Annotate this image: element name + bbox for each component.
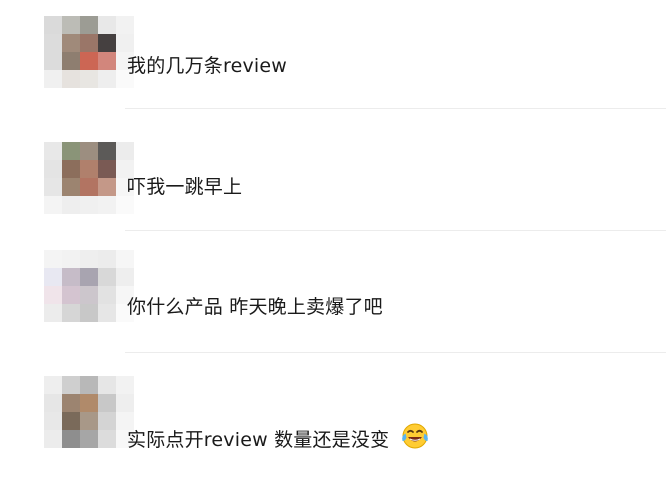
avatar-pixel xyxy=(80,160,98,178)
avatar[interactable] xyxy=(44,376,134,448)
avatar-pixel xyxy=(98,394,116,412)
avatar-pixel xyxy=(62,394,80,412)
divider xyxy=(125,108,666,109)
avatar-pixel xyxy=(98,412,116,430)
avatar-pixel xyxy=(80,268,98,286)
divider xyxy=(125,230,666,231)
avatar-pixel xyxy=(98,304,116,322)
avatar-pixel xyxy=(62,16,80,34)
avatar-pixel xyxy=(116,16,134,34)
avatar[interactable] xyxy=(44,16,134,88)
avatar-pixel xyxy=(62,196,80,214)
avatar-pixel xyxy=(44,430,62,448)
comment-item: 实际点开review 数量还是没变 xyxy=(0,354,666,478)
avatar-pixel xyxy=(62,142,80,160)
avatar-pixel xyxy=(62,430,80,448)
avatar-pixel xyxy=(62,34,80,52)
avatar-pixel xyxy=(62,268,80,286)
avatar-pixel xyxy=(44,16,62,34)
avatar-pixel xyxy=(80,34,98,52)
avatar-pixel xyxy=(80,394,98,412)
avatar-pixel xyxy=(44,412,62,430)
avatar-pixel xyxy=(44,34,62,52)
avatar-pixel xyxy=(62,52,80,70)
comment-item: 吓我一跳早上 xyxy=(0,110,666,232)
comment-text-body: 实际点开review 数量还是没变 xyxy=(127,429,390,451)
avatar-pixel xyxy=(80,376,98,394)
avatar-pixel xyxy=(98,250,116,268)
avatar-pixel xyxy=(80,142,98,160)
avatar-pixel xyxy=(44,178,62,196)
avatar-pixel xyxy=(80,178,98,196)
avatar-pixel xyxy=(98,178,116,196)
comment-text: 你什么产品 昨天晚上卖爆了吧 xyxy=(127,296,383,318)
avatar-pixel xyxy=(98,196,116,214)
avatar-pixel xyxy=(44,160,62,178)
comment-text: 吓我一跳早上 xyxy=(127,176,243,198)
avatar-pixel xyxy=(80,250,98,268)
avatar-pixel xyxy=(62,250,80,268)
avatar-pixel xyxy=(80,304,98,322)
avatar-pixel xyxy=(62,178,80,196)
avatar-pixel xyxy=(44,376,62,394)
laughing-tears-emoji-icon xyxy=(401,423,428,449)
avatar-pixel xyxy=(98,52,116,70)
avatar-pixel xyxy=(80,16,98,34)
avatar-pixel xyxy=(44,70,62,88)
avatar-pixel xyxy=(44,304,62,322)
avatar-pixel xyxy=(44,268,62,286)
avatar-pixel xyxy=(98,34,116,52)
avatar-pixel xyxy=(98,430,116,448)
avatar-pixel xyxy=(44,142,62,160)
comment-item: 你什么产品 昨天晚上卖爆了吧 xyxy=(0,232,666,354)
avatar-pixel xyxy=(44,52,62,70)
avatar-pixel xyxy=(62,160,80,178)
avatar-pixel xyxy=(80,196,98,214)
avatar-pixel xyxy=(44,394,62,412)
avatar-pixel xyxy=(62,304,80,322)
avatar-pixel xyxy=(98,376,116,394)
avatar-pixel xyxy=(98,70,116,88)
comment-item: 我的几万条review xyxy=(0,0,666,110)
avatar-pixel xyxy=(98,268,116,286)
avatar[interactable] xyxy=(44,250,134,322)
comment-text: 实际点开review 数量还是没变 xyxy=(127,422,430,452)
avatar-pixel xyxy=(62,376,80,394)
avatar[interactable] xyxy=(44,142,134,214)
avatar-pixel xyxy=(116,34,134,52)
avatar-pixel xyxy=(116,268,134,286)
avatar-pixel xyxy=(80,52,98,70)
avatar-pixel xyxy=(80,412,98,430)
avatar-pixel xyxy=(116,394,134,412)
avatar-pixel xyxy=(98,160,116,178)
avatar-pixel xyxy=(44,196,62,214)
avatar-pixel xyxy=(44,286,62,304)
avatar-pixel xyxy=(80,286,98,304)
comment-text: 我的几万条review xyxy=(127,55,288,77)
avatar-pixel xyxy=(116,250,134,268)
avatar-pixel xyxy=(98,142,116,160)
divider xyxy=(125,352,666,353)
avatar-pixel xyxy=(80,70,98,88)
avatar-pixel xyxy=(98,16,116,34)
avatar-pixel xyxy=(62,286,80,304)
avatar-pixel xyxy=(44,250,62,268)
avatar-pixel xyxy=(80,430,98,448)
avatar-pixel xyxy=(116,376,134,394)
avatar-pixel xyxy=(62,70,80,88)
avatar-pixel xyxy=(98,286,116,304)
avatar-pixel xyxy=(62,412,80,430)
avatar-pixel xyxy=(116,142,134,160)
